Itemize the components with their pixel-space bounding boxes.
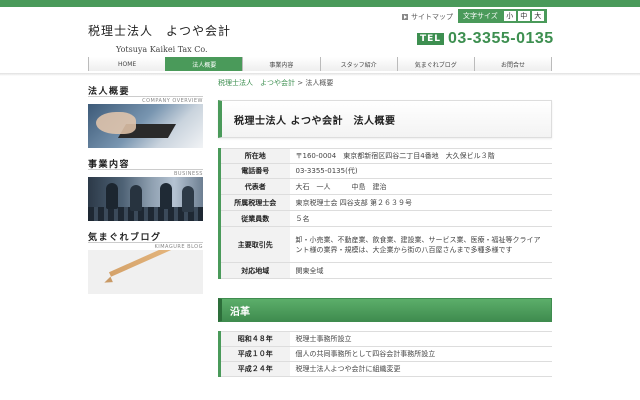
sitemap-link[interactable]: サイトマップ xyxy=(402,12,453,22)
page-title-box: 税理士法人 よつや会計 法人概要 xyxy=(218,100,552,138)
nav-company-overview[interactable]: 法人概要 xyxy=(165,57,243,71)
table-row: 所属税理士会 東京税理士会 四谷支部 第２６３９号 xyxy=(218,194,552,211)
row-label: 所属税理士会 xyxy=(218,194,290,211)
table-row: 代表者 大石 一人 中島 建治 xyxy=(218,178,552,195)
history-heading: 沿革 xyxy=(218,298,552,322)
sidebar-banner-overview[interactable]: 法人概要 COMPANY OVERVIEW xyxy=(88,84,203,148)
business-banner-image xyxy=(88,177,203,221)
history-year: 昭和４８年 xyxy=(218,331,290,347)
row-value: 卸・小売業、不動産業、飲食業、建設業、サービス業、医療・福祉等クライアント様の業… xyxy=(289,226,552,263)
row-label: 主要取引先 xyxy=(218,226,290,263)
history-event: 税理士事務所設立 xyxy=(289,331,552,347)
sidebar-banner-title: 事業内容 xyxy=(88,160,131,170)
table-row: 主要取引先 卸・小売業、不動産業、飲食業、建設業、サービス業、医療・福祉等クライ… xyxy=(218,226,552,263)
sidebar-banner-title: 法人概要 xyxy=(88,87,131,97)
main-content: 税理士法人 よつや会計 > 法人概要 税理士法人 よつや会計 法人概要 所在地 … xyxy=(218,78,552,377)
row-value: 東京税理士会 四谷支部 第２６３９号 xyxy=(289,194,552,211)
nav-divider xyxy=(0,73,640,76)
font-size-large-button[interactable]: 大 xyxy=(531,11,544,21)
row-label: 対応地域 xyxy=(218,262,290,279)
sidebar: 法人概要 COMPANY OVERVIEW 事業内容 BUSINESS 気まぐれ… xyxy=(88,84,203,303)
table-row: 平成１０年 個人の共同事務所として四谷会計事務所設立 xyxy=(218,346,552,362)
company-info-table: 所在地 〒160-0004 東京都新宿区四谷二丁目4番地 大久保ビル３階 電話番… xyxy=(218,148,552,279)
font-size-medium-button[interactable]: 中 xyxy=(517,11,530,21)
table-row: 対応地域 関東全域 xyxy=(218,262,552,279)
breadcrumb-separator: > xyxy=(295,79,306,87)
site-logo[interactable]: 税理士法人 よつや会計 Yotsuya Kaikei Tax Co. xyxy=(88,22,231,54)
page-title: 税理士法人 よつや会計 法人概要 xyxy=(234,115,396,127)
history-table: 昭和４８年 税理士事務所設立 平成１０年 個人の共同事務所として四谷会計事務所設… xyxy=(218,331,552,377)
global-nav: HOME 法人概要 事業内容 スタッフ紹介 気まぐれブログ お問合せ xyxy=(88,57,553,71)
tel-number: 03-3355-0135 xyxy=(448,30,554,47)
row-label: 電話番号 xyxy=(218,163,290,179)
history-year: 平成２４年 xyxy=(218,361,290,377)
overview-banner-image xyxy=(88,104,203,148)
row-label: 代表者 xyxy=(218,178,290,195)
blog-banner-image xyxy=(88,250,203,294)
breadcrumb-current: 法人概要 xyxy=(305,79,334,87)
tel-badge: TEL xyxy=(417,33,445,45)
nav-blog[interactable]: 気まぐれブログ xyxy=(396,57,474,71)
nav-business[interactable]: 事業内容 xyxy=(242,57,320,71)
sidebar-banner-subtitle: BUSINESS xyxy=(88,169,203,177)
sitemap-label: サイトマップ xyxy=(411,13,453,21)
table-row: 昭和４８年 税理士事務所設立 xyxy=(218,331,552,347)
history-title: 沿革 xyxy=(230,306,250,318)
breadcrumb-home-link[interactable]: 税理士法人 よつや会計 xyxy=(218,79,295,87)
row-value: 〒160-0004 東京都新宿区四谷二丁目4番地 大久保ビル３階 xyxy=(289,148,552,164)
font-size-label: 文字サイズ xyxy=(463,12,498,20)
phone-contact[interactable]: TEL 03-3355-0135 xyxy=(417,30,554,48)
breadcrumb: 税理士法人 よつや会計 > 法人概要 xyxy=(218,78,552,90)
row-label: 所在地 xyxy=(218,148,290,164)
row-value: 大石 一人 中島 建治 xyxy=(289,178,552,195)
history-event: 個人の共同事務所として四谷会計事務所設立 xyxy=(289,346,552,362)
nav-contact[interactable]: お問合せ xyxy=(473,57,553,71)
logo-japanese: 税理士法人 よつや会計 xyxy=(88,24,232,38)
table-row: 平成２４年 税理士法人よつや会計に組織変更 xyxy=(218,361,552,377)
history-event: 税理士法人よつや会計に組織変更 xyxy=(289,361,552,377)
top-accent-bar xyxy=(0,0,640,7)
sidebar-banner-blog[interactable]: 気まぐれブログ KIMAGURE BLOG xyxy=(88,230,203,294)
row-value: ５名 xyxy=(289,210,552,227)
row-value: 03-3355-0135(代) xyxy=(289,163,552,179)
history-year: 平成１０年 xyxy=(218,346,290,362)
font-size-small-button[interactable]: 小 xyxy=(503,11,516,21)
font-size-switcher: 文字サイズ 小 中 大 xyxy=(458,9,547,23)
nav-staff[interactable]: スタッフ紹介 xyxy=(319,57,397,71)
table-row: 電話番号 03-3355-0135(代) xyxy=(218,163,552,179)
sidebar-banner-subtitle: KIMAGURE BLOG xyxy=(88,242,203,250)
sidebar-banner-title: 気まぐれブログ xyxy=(88,233,162,243)
row-value: 関東全域 xyxy=(289,262,552,279)
table-row: 従業員数 ５名 xyxy=(218,210,552,227)
sidebar-banner-subtitle: COMPANY OVERVIEW xyxy=(88,96,203,104)
row-label: 従業員数 xyxy=(218,210,290,227)
table-row: 所在地 〒160-0004 東京都新宿区四谷二丁目4番地 大久保ビル３階 xyxy=(218,148,552,164)
arrow-right-icon xyxy=(402,14,408,20)
logo-english: Yotsuya Kaikei Tax Co. xyxy=(116,45,208,54)
sidebar-banner-business[interactable]: 事業内容 BUSINESS xyxy=(88,157,203,221)
nav-home[interactable]: HOME xyxy=(88,57,166,71)
